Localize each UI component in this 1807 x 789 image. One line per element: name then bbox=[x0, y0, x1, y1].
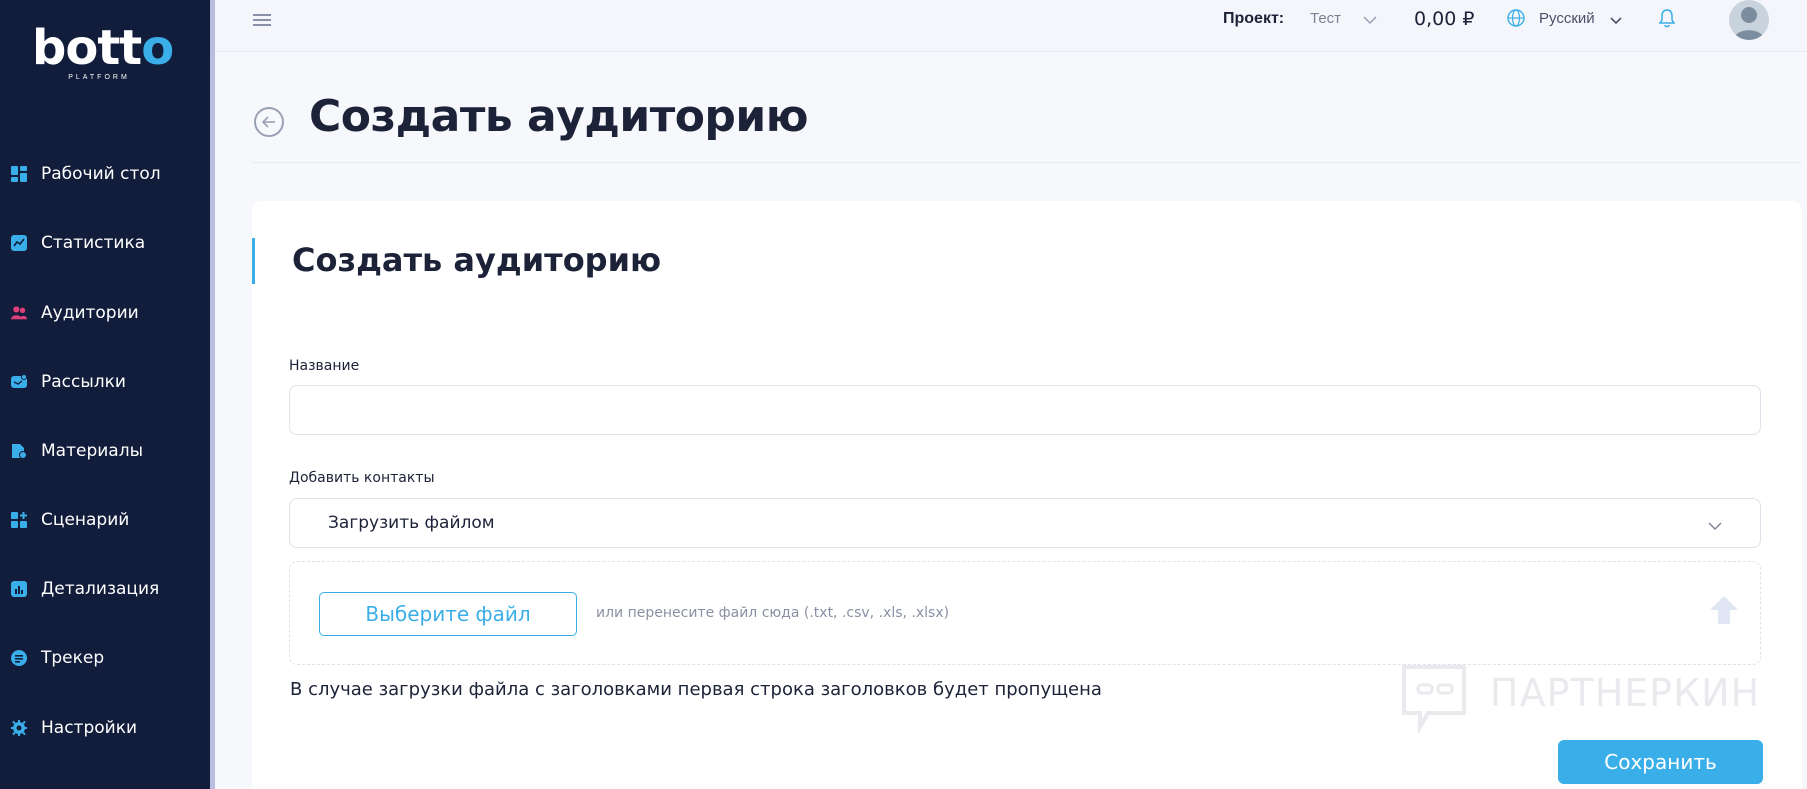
materials-icon bbox=[11, 443, 27, 459]
header-skip-note: В случае загрузки файла с заголовками пе… bbox=[290, 679, 1102, 700]
watermark-logo-icon bbox=[1402, 665, 1466, 735]
sidebar-item-label: Рабочий стол bbox=[41, 164, 161, 184]
upload-arrow-icon bbox=[1710, 596, 1738, 631]
mailing-icon bbox=[11, 374, 27, 390]
save-button[interactable]: Сохранить bbox=[1558, 740, 1763, 784]
sidebar-item-tracker[interactable]: Трекер bbox=[0, 638, 210, 678]
botto-logo[interactable]: botto PLATFORM bbox=[32, 20, 174, 82]
sidebar-item-statistics[interactable]: Статистика bbox=[0, 223, 210, 263]
bell-icon[interactable] bbox=[1658, 8, 1676, 33]
file-dropzone[interactable]: Выберите файл или перенесите файл сюда (… bbox=[289, 561, 1761, 665]
chevron-down-icon bbox=[1708, 518, 1722, 536]
logo-wordmark: botto bbox=[32, 20, 174, 76]
contacts-label: Добавить контакты bbox=[289, 470, 435, 486]
sidebar-item-mailings[interactable]: Рассылки bbox=[0, 362, 210, 402]
sidebar-item-label: Сценарий bbox=[41, 510, 130, 530]
contacts-source-select[interactable]: Загрузить файлом bbox=[289, 498, 1761, 548]
tracker-icon bbox=[11, 650, 27, 666]
details-icon bbox=[11, 581, 27, 597]
sidebar-item-label: Аудитории bbox=[41, 303, 139, 323]
dashboard-icon bbox=[11, 166, 27, 182]
language-select[interactable]: Русский bbox=[1539, 10, 1595, 27]
sidebar-item-label: Материалы bbox=[41, 441, 143, 461]
sidebar: botto PLATFORM Рабочий стол Статистика А… bbox=[0, 0, 210, 789]
sidebar-item-label: Настройки bbox=[41, 718, 138, 738]
drop-hint: или перенесите файл сюда (.txt, .csv, .x… bbox=[596, 605, 950, 621]
choose-file-button[interactable]: Выберите файл bbox=[319, 592, 577, 636]
menu-icon[interactable] bbox=[253, 14, 271, 28]
sidebar-item-scenario[interactable]: Сценарий bbox=[0, 500, 210, 540]
chevron-down-icon[interactable] bbox=[1363, 12, 1377, 30]
avatar[interactable] bbox=[1729, 0, 1769, 40]
sidebar-item-audiences[interactable]: Аудитории bbox=[0, 293, 210, 333]
arrow-left-icon bbox=[261, 116, 275, 128]
back-button[interactable] bbox=[254, 107, 284, 137]
name-label: Название bbox=[289, 358, 360, 374]
project-select[interactable]: Тест bbox=[1310, 10, 1341, 27]
card-title: Создать аудиторию bbox=[292, 241, 662, 279]
globe-icon[interactable] bbox=[1507, 9, 1525, 32]
topbar: Проект: Тест 0,00 ₽ Русский bbox=[215, 0, 1807, 52]
chevron-down-icon[interactable] bbox=[1610, 12, 1622, 30]
balance[interactable]: 0,00 ₽ bbox=[1414, 8, 1474, 30]
settings-icon bbox=[11, 720, 27, 736]
sidebar-edge bbox=[210, 0, 215, 789]
sidebar-item-label: Статистика bbox=[41, 233, 146, 253]
card-accent-bar bbox=[252, 238, 255, 284]
name-input[interactable] bbox=[289, 385, 1761, 435]
sidebar-item-label: Рассылки bbox=[41, 372, 126, 392]
project-label: Проект: bbox=[1223, 10, 1285, 27]
sidebar-item-materials[interactable]: Материалы bbox=[0, 431, 210, 471]
chart-icon bbox=[11, 235, 27, 251]
sidebar-item-label: Трекер bbox=[41, 648, 105, 668]
header-divider bbox=[252, 162, 1802, 163]
logo-subtitle: PLATFORM bbox=[68, 74, 130, 81]
sidebar-item-settings[interactable]: Настройки bbox=[0, 708, 210, 748]
audience-icon bbox=[11, 305, 27, 321]
watermark-text: ПАРТНЕРКИН bbox=[1490, 671, 1761, 715]
sidebar-item-dashboard[interactable]: Рабочий стол bbox=[0, 154, 210, 194]
contacts-source-value: Загрузить файлом bbox=[328, 513, 495, 533]
sidebar-item-label: Детализация bbox=[41, 579, 160, 599]
sidebar-item-details[interactable]: Детализация bbox=[0, 569, 210, 609]
scenario-icon bbox=[11, 512, 27, 528]
partnerkin-watermark: ПАРТНЕРКИН bbox=[1398, 661, 1761, 737]
page-title: Создать аудиторию bbox=[309, 91, 809, 142]
